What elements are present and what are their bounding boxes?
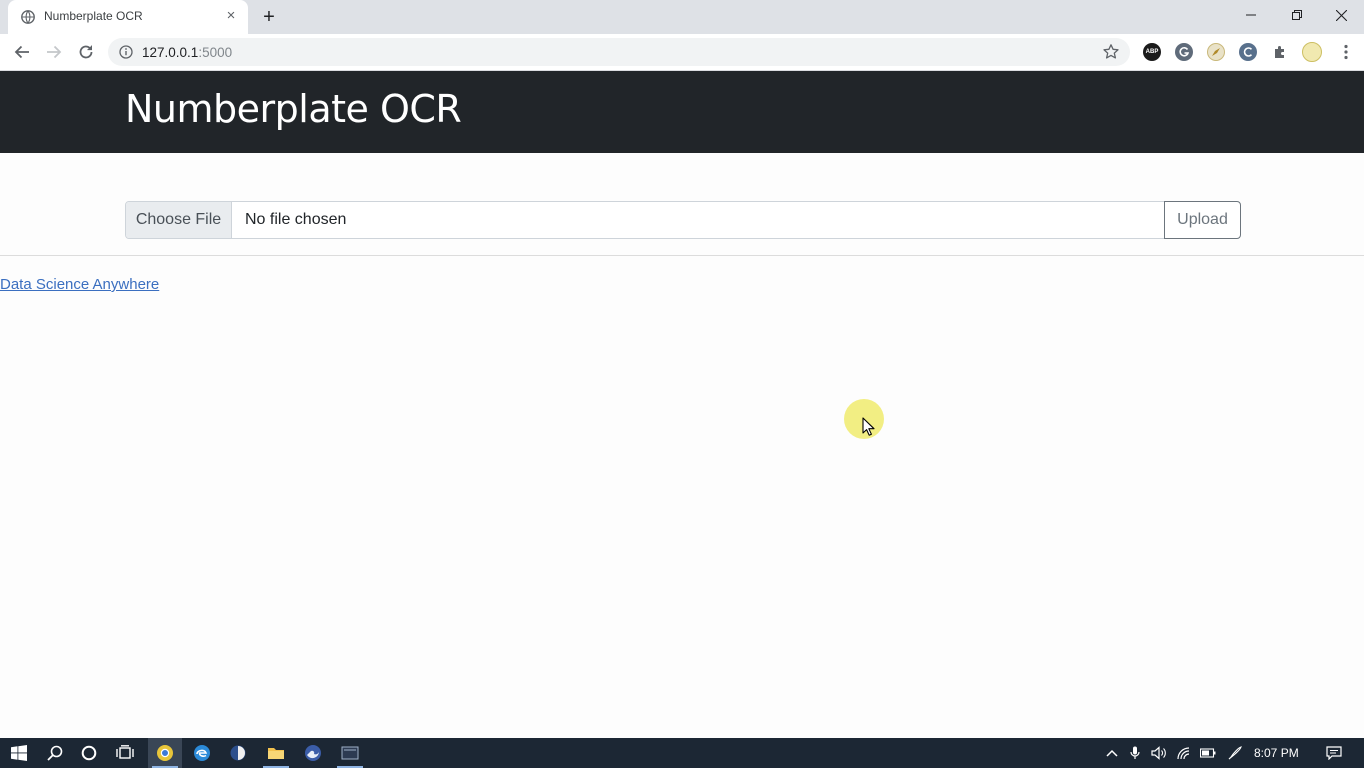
g-letter-icon: [1179, 47, 1190, 57]
url-port: :5000: [198, 45, 233, 60]
taskbar-app[interactable]: [221, 738, 255, 768]
globe-icon: [21, 10, 35, 24]
browser-tab[interactable]: Numberplate OCR ×: [8, 0, 248, 34]
restore-button[interactable]: [1274, 0, 1320, 30]
chrome-icon: [157, 745, 173, 761]
footer-link[interactable]: Data Science Anywhere: [0, 276, 159, 293]
battery-tray[interactable]: [1200, 746, 1216, 760]
grammarly-icon[interactable]: [1175, 43, 1193, 61]
folder-icon: [268, 748, 284, 759]
pen-icon: [1228, 746, 1242, 760]
compass-icon: [1212, 48, 1220, 56]
cortana-button[interactable]: [72, 738, 106, 768]
wifi-icon: [1177, 747, 1190, 760]
network-tray[interactable]: [1176, 746, 1192, 760]
address-bar[interactable]: 127.0.0.1:5000: [108, 38, 1130, 66]
taskbar-edge[interactable]: [185, 738, 219, 768]
start-button[interactable]: [2, 738, 36, 768]
app-icon: [230, 745, 246, 761]
close-icon: [1335, 9, 1347, 21]
task-view-button[interactable]: [108, 738, 142, 768]
taskbar-search-button[interactable]: [38, 738, 72, 768]
microphone-icon: [1130, 746, 1140, 759]
cortana-icon: [81, 745, 97, 761]
taskbar-file-explorer[interactable]: [259, 738, 293, 768]
show-hidden-icons[interactable]: [1104, 746, 1120, 760]
new-tab-button[interactable]: +: [258, 6, 280, 28]
browser-toolbar: 127.0.0.1:5000 ABP: [0, 34, 1364, 71]
url-host: 127.0.0.1: [142, 45, 199, 60]
notification-icon: [1326, 746, 1342, 760]
page-title: Numberplate OCR: [125, 87, 462, 131]
forward-button[interactable]: [41, 39, 67, 65]
abp-icon[interactable]: ABP: [1143, 43, 1161, 61]
restore-icon: [1292, 10, 1302, 20]
reload-icon: [79, 45, 93, 59]
speaker-icon: [1151, 746, 1166, 760]
more-vertical-icon: [1344, 44, 1348, 60]
page-header: Numberplate OCR: [0, 71, 1364, 153]
upload-form: Choose File No file chosen Upload: [125, 201, 1241, 239]
colorzilla-icon[interactable]: [1239, 43, 1257, 61]
arrow-right-icon: [47, 45, 62, 59]
info-icon[interactable]: [119, 45, 133, 59]
tab-title: Numberplate OCR: [44, 9, 143, 23]
reload-button[interactable]: [73, 39, 99, 65]
taskbar-app-window[interactable]: [333, 738, 367, 768]
microphone-tray[interactable]: [1127, 746, 1143, 760]
close-window-button[interactable]: [1318, 0, 1364, 30]
puzzle-icon: [1275, 46, 1284, 58]
minimize-icon: [1246, 14, 1256, 16]
url-text: 127.0.0.1:5000: [142, 45, 232, 60]
firefox-icon: [305, 745, 321, 761]
edge-icon: [194, 745, 210, 761]
upload-button[interactable]: Upload: [1164, 201, 1241, 239]
windows-taskbar: 8:07 PM: [0, 738, 1364, 768]
task-view-icon: [116, 745, 134, 759]
taskbar-chrome[interactable]: [148, 738, 182, 768]
file-status-text: No file chosen: [245, 211, 347, 228]
compass-extension-icon[interactable]: [1207, 43, 1225, 61]
mouse-pointer-icon: [862, 417, 875, 436]
windows-logo-icon: [11, 745, 27, 761]
choose-file-button[interactable]: Choose File: [126, 202, 232, 238]
search-icon: [47, 745, 63, 761]
close-tab-icon[interactable]: ×: [223, 8, 239, 24]
arrow-left-icon: [14, 45, 29, 59]
app-window-icon: [341, 746, 359, 760]
page-viewport: Numberplate OCR Choose File No file chos…: [0, 71, 1364, 738]
chevron-up-icon: [1106, 749, 1118, 757]
action-center-button[interactable]: [1325, 746, 1343, 760]
back-button[interactable]: [9, 39, 35, 65]
profile-avatar-icon[interactable]: [1302, 42, 1322, 62]
battery-icon: [1200, 748, 1216, 758]
minimize-button[interactable]: [1228, 0, 1274, 30]
clock[interactable]: 8:07 PM: [1254, 746, 1299, 760]
taskbar-firefox[interactable]: [296, 738, 330, 768]
menu-button[interactable]: [1333, 39, 1359, 65]
browser-tab-strip: Numberplate OCR × +: [0, 0, 1364, 34]
volume-tray[interactable]: [1151, 746, 1167, 760]
pen-tray[interactable]: [1227, 746, 1243, 760]
c-letter-icon: [1243, 47, 1253, 57]
bookmark-star-icon[interactable]: [1102, 43, 1120, 61]
horizontal-divider: [0, 255, 1364, 256]
extensions-button[interactable]: [1271, 43, 1289, 61]
file-input[interactable]: Choose File No file chosen: [125, 201, 1165, 239]
